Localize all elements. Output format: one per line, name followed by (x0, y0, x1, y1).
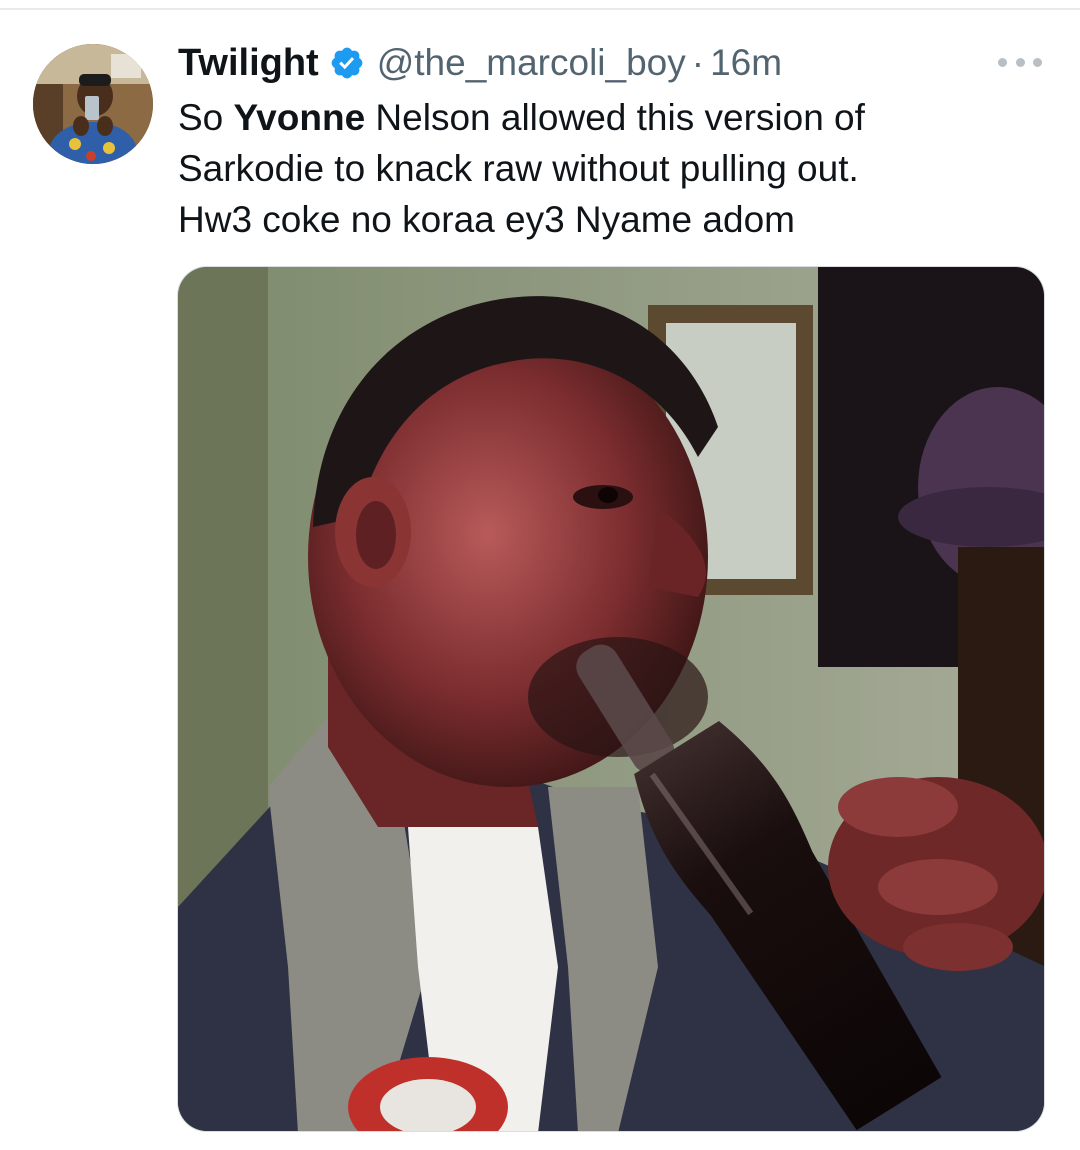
tweet-text-line: Sarkodie to knack raw without pulling ou… (178, 143, 1038, 194)
more-dot (998, 57, 1007, 67)
timestamp[interactable]: 16m (710, 42, 782, 84)
avatar-image (33, 44, 153, 164)
text-segment: Nelson allowed this version of (365, 97, 865, 138)
tweet-text: So Yvonne Nelson allowed this version of… (178, 92, 1038, 245)
avatar[interactable] (33, 44, 153, 164)
text-segment: Hw3 coke no koraa ey3 Nyame adom (178, 199, 795, 240)
display-name[interactable]: Twilight (178, 42, 319, 85)
tweet[interactable]: Twilight @the_marcoli_boy · 16m So Yvonn… (0, 0, 1080, 1150)
photo-man-drinking (178, 267, 1044, 1131)
more-dot (1015, 57, 1025, 67)
tweet-header: Twilight @the_marcoli_boy · 16m (178, 38, 782, 88)
tweet-photo[interactable] (177, 266, 1045, 1132)
verified-badge-icon[interactable] (329, 45, 365, 81)
separator-dot: · (691, 42, 705, 83)
text-segment: Sarkodie to knack raw without pulling ou… (178, 148, 859, 189)
tweet-text-line: So Yvonne Nelson allowed this version of (178, 92, 1038, 143)
handle[interactable]: @the_marcoli_boy (377, 42, 686, 84)
text-segment: So (178, 97, 234, 138)
text-bold-segment: Yvonne (233, 97, 366, 138)
more-options-icon[interactable] (998, 52, 1042, 72)
more-dot (1033, 57, 1042, 67)
tweet-text-line: Hw3 coke no koraa ey3 Nyame adom (178, 194, 1038, 245)
